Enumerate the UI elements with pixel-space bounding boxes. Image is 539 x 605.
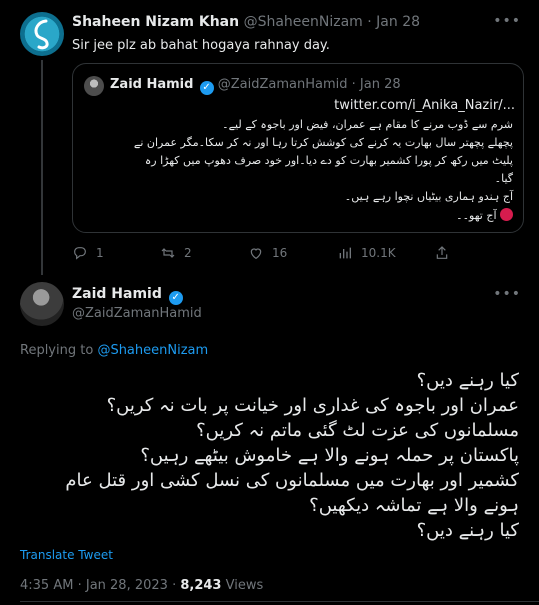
retweet-count: 2	[184, 246, 192, 260]
main-author-handle[interactable]: @ZaidZamanHamid	[72, 306, 202, 321]
main-line-2: عمران اور باجوہ کی غداری اور خیانت پر با…	[106, 395, 519, 416]
main-line-3: مسلمانوں کی عزت لٹ گئی ماتم نہ کریں؟	[196, 420, 519, 441]
main-author: Zaid Hamid ✓	[72, 286, 183, 305]
avatar-zaid-small	[84, 76, 104, 96]
quoted-link[interactable]: twitter.com/i_Anika_Nazir/...	[334, 98, 515, 113]
verified-badge-icon: ✓	[168, 291, 183, 305]
views-count: 10.1K	[361, 246, 396, 260]
retweet-icon	[161, 248, 175, 258]
reply-button[interactable]: 1	[72, 245, 104, 261]
divider	[20, 601, 539, 602]
avatar-logo-icon	[34, 19, 49, 50]
quoted-handle: @ZaidZamanHamid	[217, 77, 348, 92]
tweet-time[interactable]: 4:35 AM	[20, 578, 73, 593]
author-handle[interactable]: @ShaheenNizam	[244, 14, 363, 30]
quoted-header: Zaid Hamid ✓ @ZaidZamanHamid · Jan 28	[110, 77, 401, 95]
separator-dot: ·	[367, 14, 372, 30]
like-count: 16	[272, 246, 288, 260]
separator-dot: ·	[351, 77, 356, 92]
translate-tweet-link[interactable]: Translate Tweet	[20, 548, 113, 562]
tweet-meta: 4:35 AM · Jan 28, 2023 · 8,243 Views	[20, 578, 263, 593]
quoted-line-6-text: آج تھو۔۔	[456, 209, 497, 222]
main-line-4: پاکستان پر حملہ ہونے والا ہے خاموش بیٹھے…	[140, 445, 519, 466]
views-button[interactable]: 10.1K	[337, 245, 396, 261]
main-line-7: کیا رہنے دیں؟	[416, 520, 519, 541]
thread-line	[41, 60, 43, 275]
heart-icon	[250, 248, 262, 260]
separator-dot: ·	[77, 578, 82, 593]
replying-prefix: Replying to	[20, 343, 94, 358]
avatar-shaheen[interactable]	[20, 12, 64, 56]
retweet-button[interactable]: 2	[160, 245, 192, 261]
tweet-actions: 1 2 16 10.1K	[72, 245, 524, 263]
separator-dot: ·	[172, 578, 177, 593]
reply-count: 1	[96, 246, 104, 260]
tweet-header: Shaheen Nizam Khan @ShaheenNizam · Jan 2…	[72, 14, 420, 30]
like-button[interactable]: 16	[248, 245, 287, 261]
tweet-text: Sir jee plz ab bahat hogaya rahnay day.	[72, 38, 330, 53]
quoted-line-5: آج ہندو ہماری بیٹیاں نچوا رہے ہیں۔	[344, 190, 513, 203]
analytics-icon	[339, 247, 351, 259]
replying-to-link[interactable]: @ShaheenNizam	[97, 343, 208, 358]
quoted-line-3: پلیٹ میں رکھ کر پورا کشمیر بھارت کو دے د…	[144, 154, 513, 167]
views-label: Views	[225, 578, 264, 593]
quoted-date: Jan 28	[359, 77, 401, 92]
author-name[interactable]: Shaheen Nizam Khan	[72, 14, 239, 30]
angry-face-icon	[500, 208, 513, 221]
share-icon	[436, 246, 448, 259]
quoted-line-2: پچھلے پچھتر سال بھارت یہ کرنے کی کوشش کر…	[133, 136, 513, 149]
quoted-line-6: آج تھو۔۔	[83, 208, 513, 222]
share-button[interactable]	[434, 245, 450, 261]
main-tweet-text: کیا رہنے دیں؟ عمران اور باجوہ کی غداری ا…	[19, 368, 519, 543]
main-line-6: ہونے والا ہے تماشہ دیکھیں؟	[309, 495, 519, 516]
avatar-zaid[interactable]	[20, 282, 64, 326]
quoted-line-1: شرم سے ڈوب مرنے کا مقام ہے عمران، فیض او…	[222, 118, 513, 131]
main-line-1: کیا رہنے دیں؟	[416, 370, 519, 391]
main-author-name[interactable]: Zaid Hamid	[72, 286, 162, 302]
ellipsis-icon[interactable]: •••	[493, 286, 521, 302]
tweet-full-date[interactable]: Jan 28, 2023	[86, 578, 168, 593]
quoted-line-4: گیا۔	[494, 172, 513, 185]
tweet-date[interactable]: Jan 28	[376, 14, 420, 30]
views-total: 8,243	[180, 578, 222, 593]
main-line-5: کشمیر اور بھارت میں مسلمانوں کی نسل کشی …	[65, 470, 519, 491]
ellipsis-icon[interactable]: •••	[493, 13, 521, 29]
replying-to: Replying to @ShaheenNizam	[20, 343, 208, 358]
quoted-author-name: Zaid Hamid	[110, 77, 194, 92]
verified-badge-icon: ✓	[199, 81, 214, 95]
reply-icon	[74, 247, 86, 260]
